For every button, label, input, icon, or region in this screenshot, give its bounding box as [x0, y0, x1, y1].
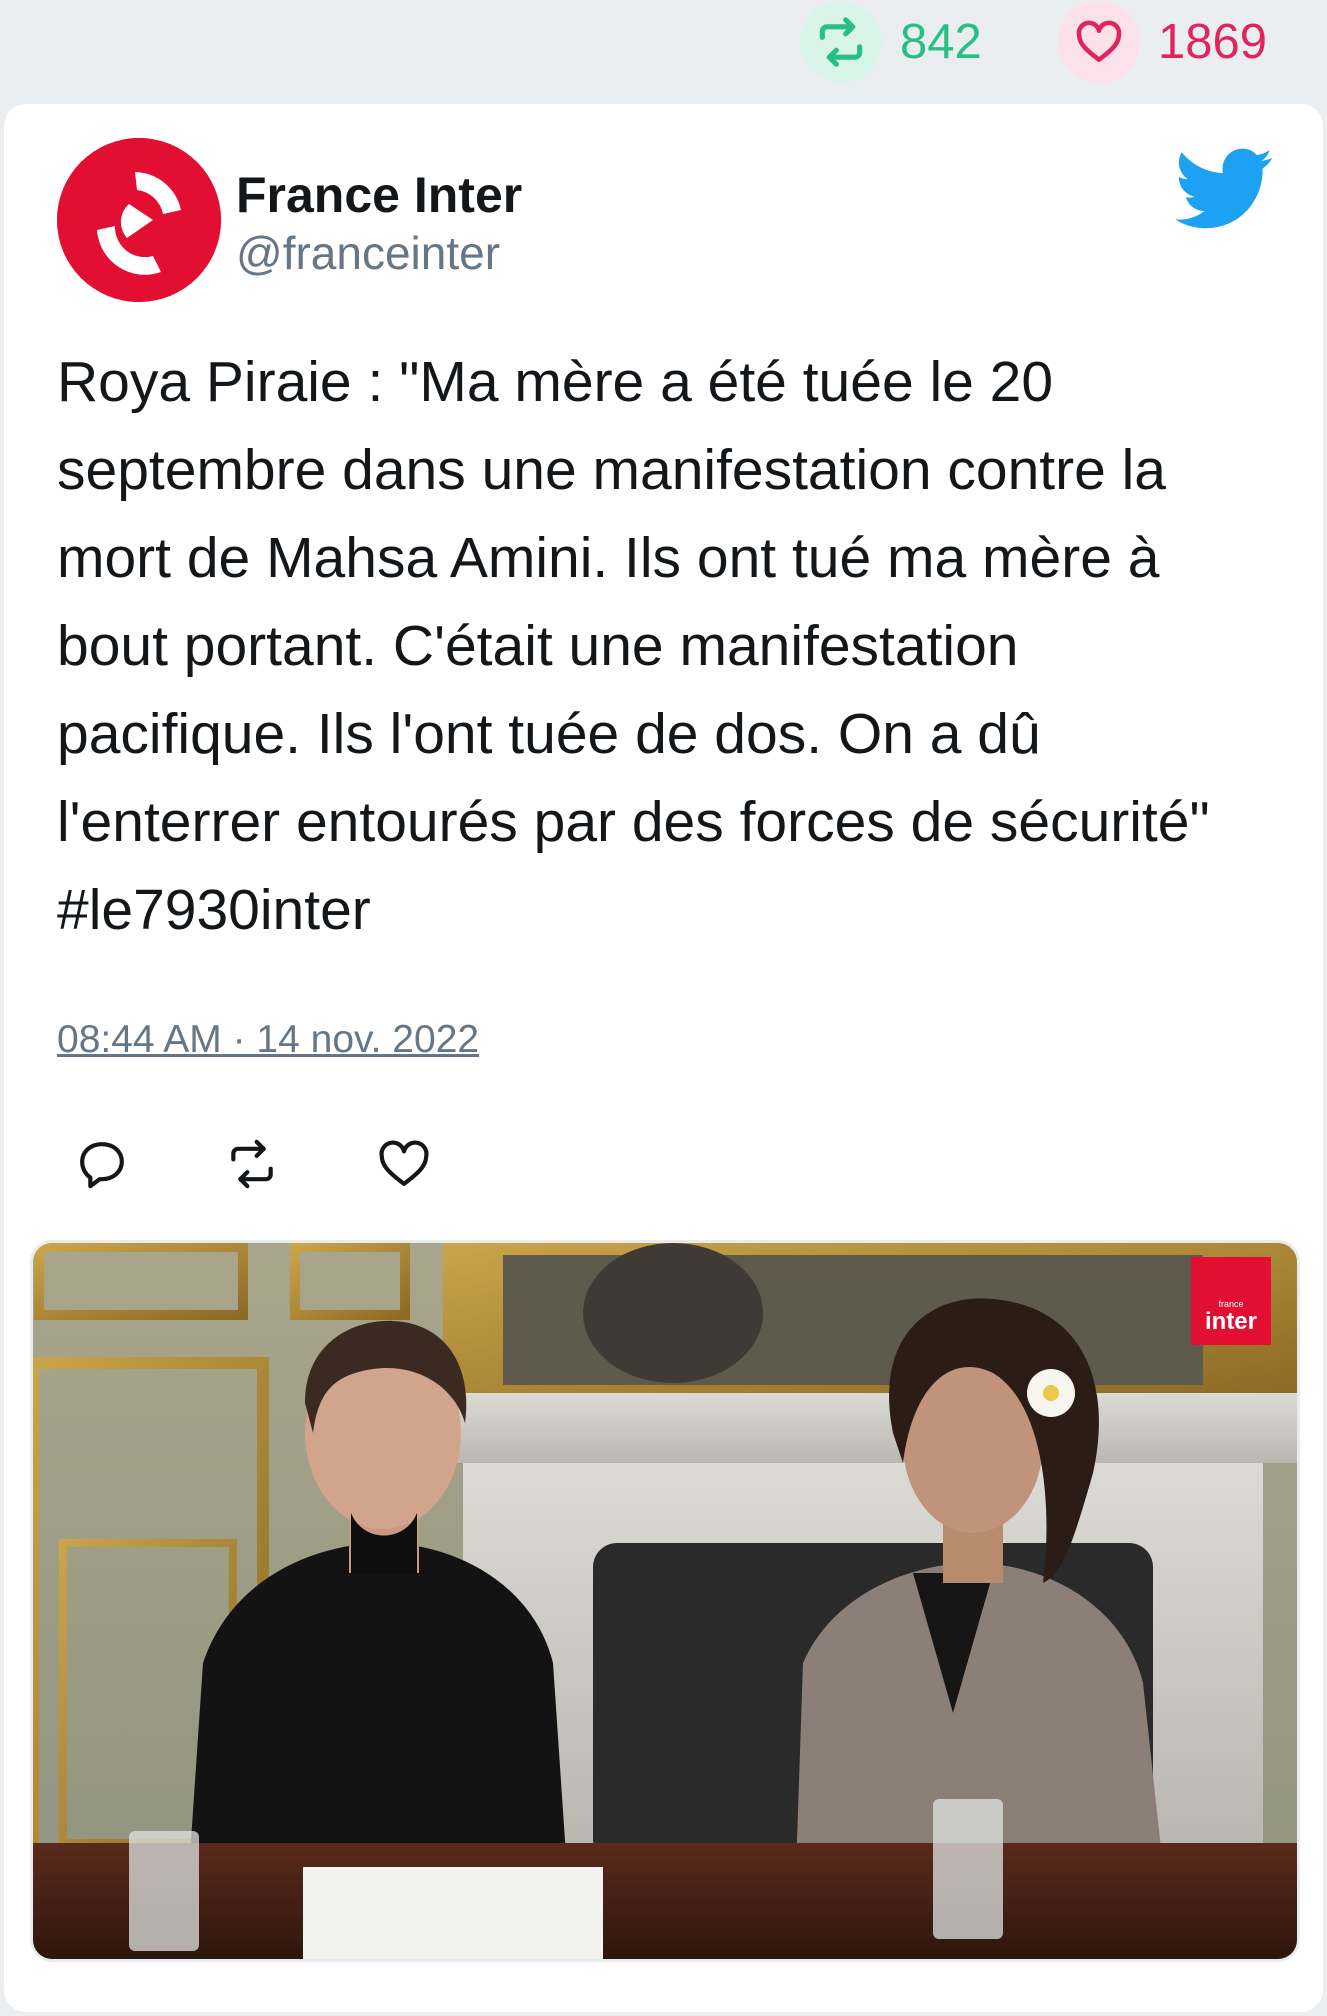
tweet-text: Roya Piraie : "Ma mère a été tuée le 20 … — [57, 350, 1210, 942]
watermark-big-text: inter — [1205, 1308, 1257, 1335]
author-name[interactable]: France Inter — [236, 166, 522, 224]
avatar[interactable] — [57, 138, 221, 302]
like-action-icon[interactable] — [376, 1136, 432, 1192]
retweet-stat[interactable]: 842 — [800, 0, 982, 84]
france-inter-logo — [57, 138, 221, 302]
like-count: 1869 — [1158, 15, 1268, 69]
photo-scene: france inter — [33, 1243, 1297, 1959]
tweet-timestamp[interactable]: 08:44 AM · 14 nov. 2022 — [57, 1018, 479, 1062]
stats-bar: 842 1869 — [0, 0, 1327, 100]
twitter-bird-icon[interactable] — [1174, 148, 1274, 230]
tweet-card: France Inter @franceinter Roya Piraie : … — [4, 104, 1323, 2012]
heart-icon — [1058, 1, 1140, 83]
retweet-action-icon[interactable] — [224, 1136, 280, 1192]
retweet-icon — [800, 1, 882, 83]
retweet-count: 842 — [900, 15, 982, 69]
tweet-photo[interactable]: france inter — [30, 1240, 1300, 1962]
reply-icon[interactable] — [74, 1136, 130, 1192]
author-handle[interactable]: @franceinter — [236, 226, 500, 280]
like-stat[interactable]: 1869 — [1058, 0, 1267, 84]
